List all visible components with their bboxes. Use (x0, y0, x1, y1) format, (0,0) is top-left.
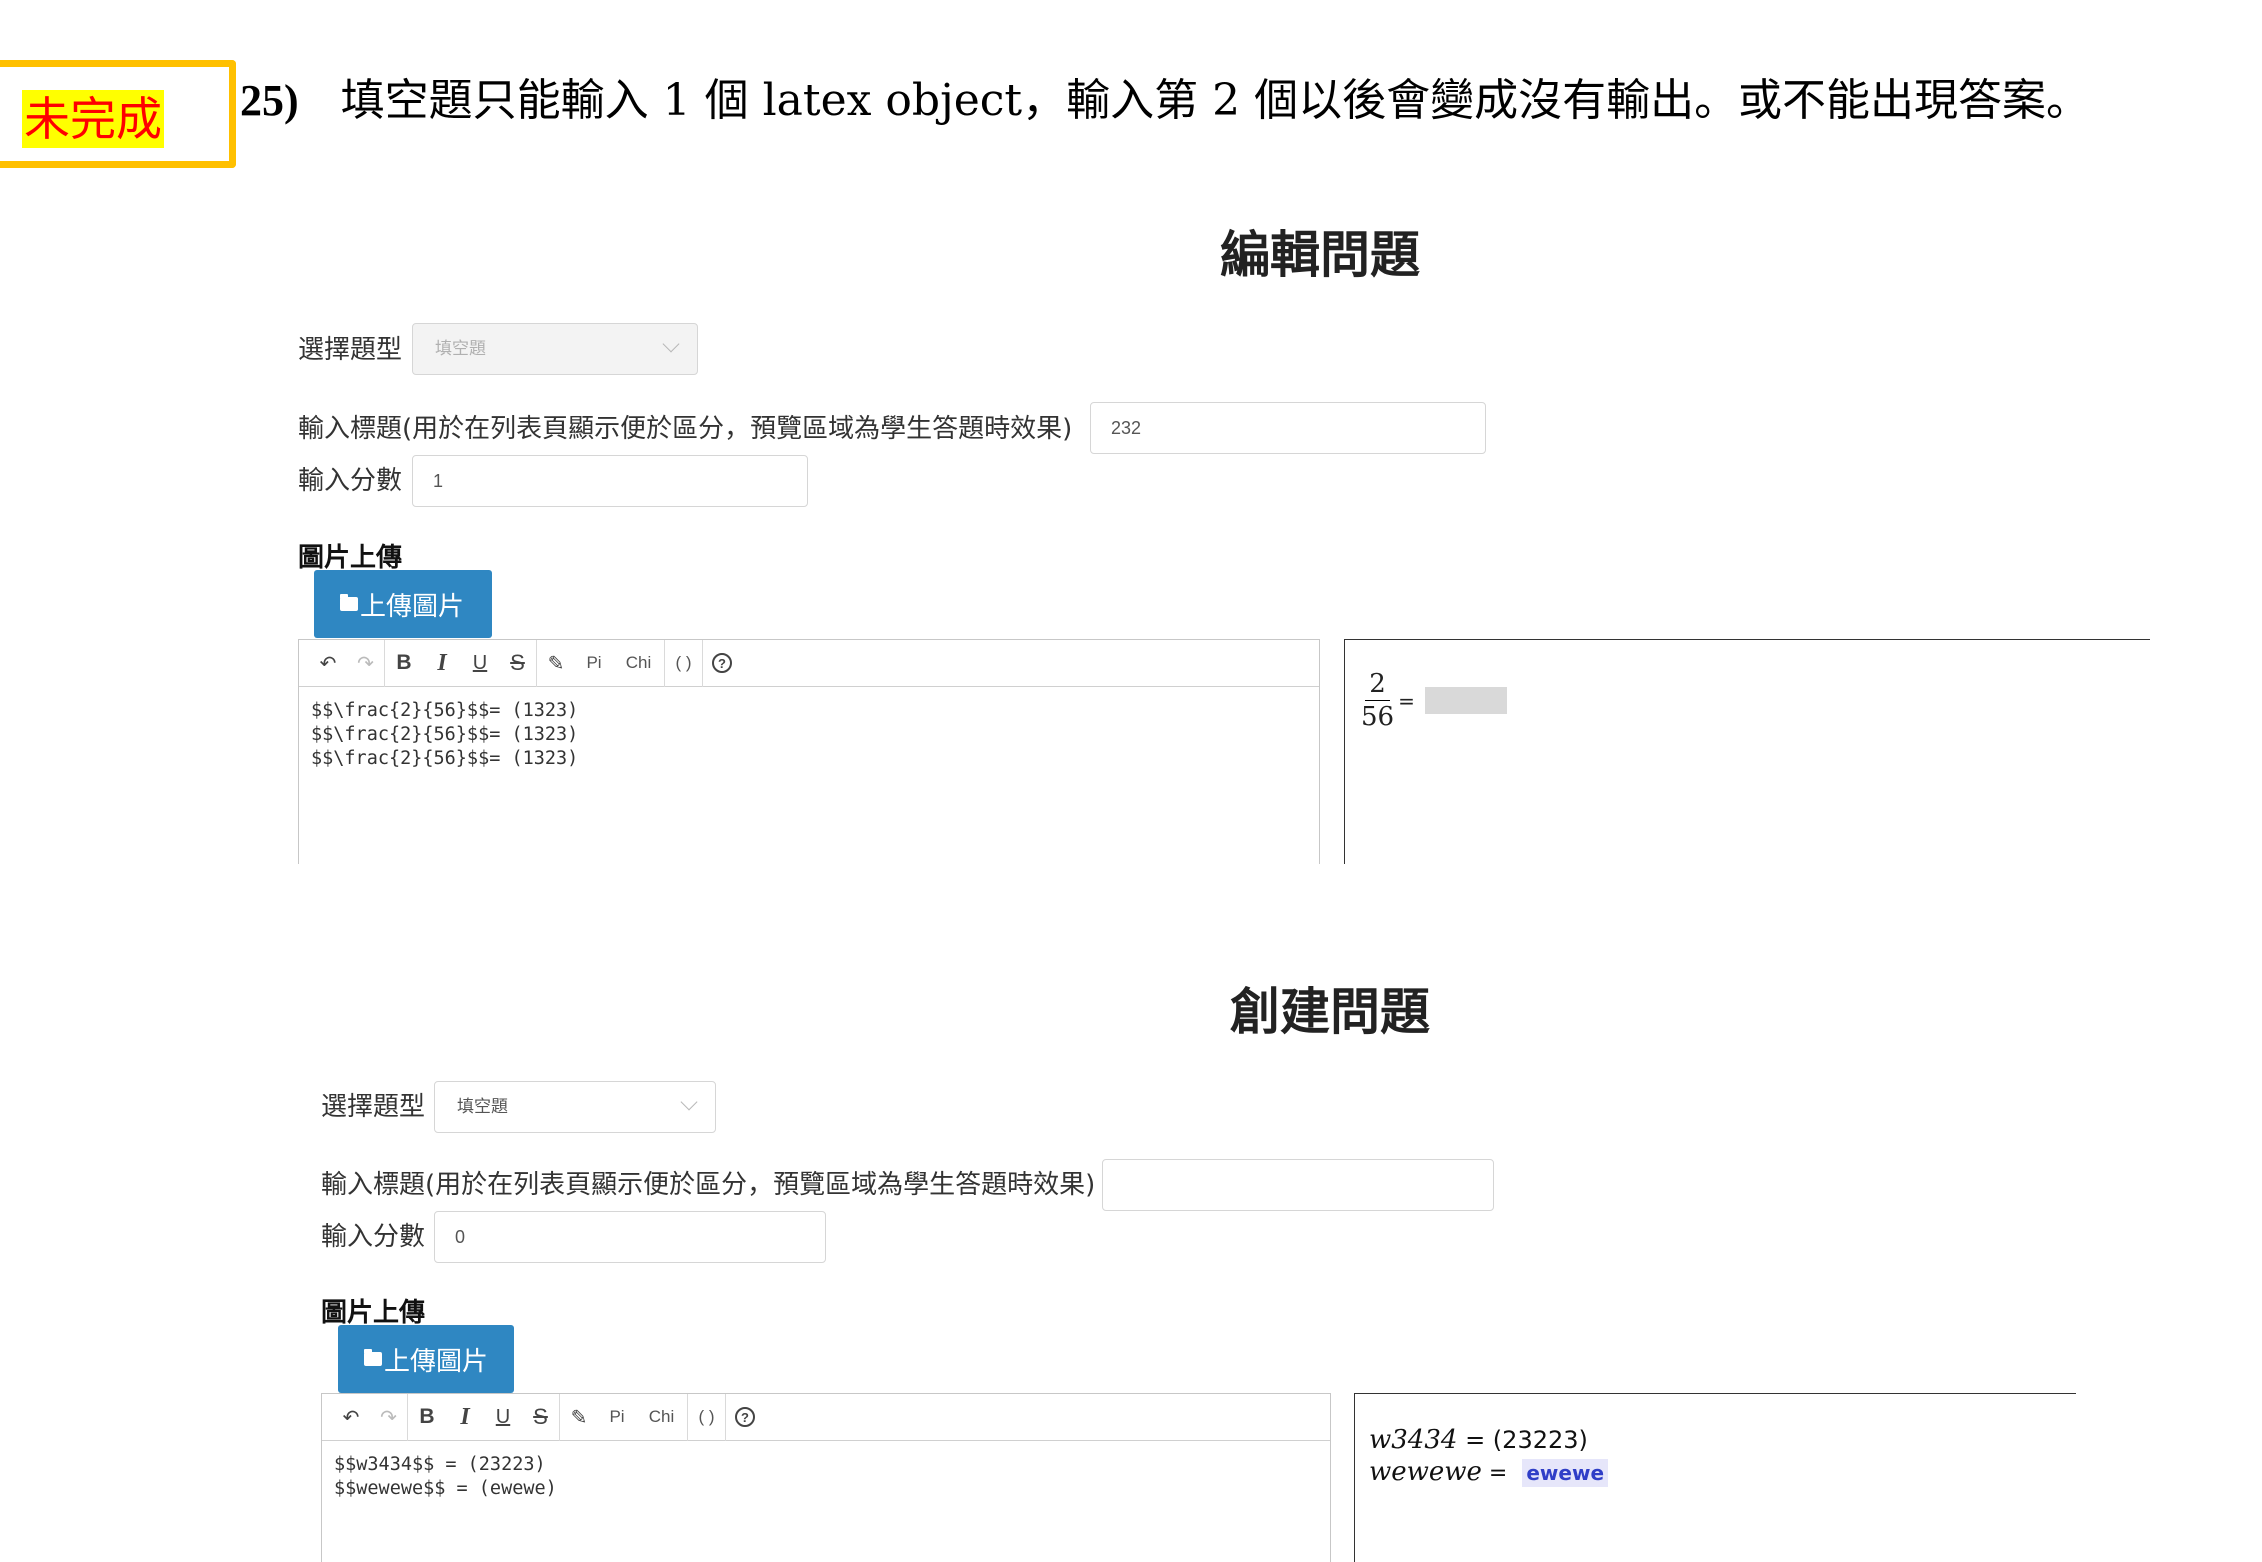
score-input[interactable]: 0 (434, 1211, 826, 1263)
pen-icon[interactable]: ✎ (537, 640, 575, 687)
redo-icon[interactable]: ↷ (347, 639, 385, 687)
folder-icon (340, 594, 358, 611)
issue-description: 25) 填空題只能輸入 1 個 latex object，輸入第 2 個以後會變成… (240, 66, 2090, 136)
fraction-numerator: 2 (1365, 668, 1390, 701)
score-input[interactable]: 1 (412, 455, 808, 507)
question-type-value: 填空題 (435, 339, 486, 358)
parens-button[interactable]: ( ) (688, 1393, 726, 1441)
help-button[interactable]: ? (726, 1394, 764, 1441)
editor-content[interactable]: $$w3434$$ = (23223) $$wewewe$$ = (ewewe) (322, 1441, 1330, 1513)
issue-text: 填空題只能輸入 1 個 latex object，輸入第 2 個以後會變成沒有輸… (340, 75, 2091, 126)
chevron-down-icon (680, 1093, 698, 1111)
parens-button[interactable]: ( ) (665, 639, 703, 687)
preview-area: w3434 = (23223) wewewe = ewewe (1354, 1393, 2076, 1562)
chevron-down-icon (662, 335, 680, 353)
italic-button[interactable]: I (423, 640, 461, 687)
pi-button[interactable]: Pi (598, 1394, 636, 1441)
issue-number: 25) (240, 76, 299, 125)
help-button[interactable]: ? (703, 640, 741, 687)
pen-icon[interactable]: ✎ (560, 1394, 598, 1441)
score-label: 輸入分數 (298, 466, 403, 496)
fraction-denominator: 56 (1361, 702, 1395, 732)
editor-line: $$\frac{2}{56}$$= (1323) (311, 748, 579, 769)
bold-button[interactable]: B (385, 640, 423, 687)
strikethrough-button[interactable]: S (522, 1393, 560, 1441)
question-type-select[interactable]: 填空題 (412, 323, 698, 375)
preview-variable: w3434 (1369, 1425, 1458, 1455)
underline-button[interactable]: U (461, 640, 499, 687)
italic-button[interactable]: I (446, 1394, 484, 1441)
preview-fraction: 2 56 (1361, 668, 1394, 733)
chi-button[interactable]: Chi (636, 1393, 688, 1441)
upload-image-label: 上傳圖片 (384, 1346, 489, 1377)
page-title: 編輯問題 (1220, 226, 1420, 284)
preview-line: 2 56 = (1361, 668, 1507, 733)
help-icon: ? (735, 1407, 755, 1427)
chi-button[interactable]: Chi (613, 639, 665, 687)
title-input[interactable] (1102, 1159, 1494, 1211)
pi-button[interactable]: Pi (575, 640, 613, 687)
page-title: 創建問題 (1230, 983, 1430, 1041)
redo-icon[interactable]: ↷ (370, 1393, 408, 1441)
status-label: 未完成 (22, 90, 164, 148)
image-upload-label: 圖片上傳 (298, 543, 403, 573)
folder-icon (364, 1349, 382, 1366)
preview-area: 2 56 = (1344, 639, 2150, 864)
preview-answer-text: = (23223) (1457, 1426, 1588, 1454)
latex-editor[interactable]: ↶ ↷ B I U S ✎ Pi Chi ( ) ? $$w3434$$ = (… (321, 1393, 1331, 1562)
question-type-label: 選擇題型 (321, 1092, 426, 1122)
editor-line: $$\frac{2}{56}$$= (1323) (311, 700, 579, 721)
question-type-value: 填空題 (457, 1097, 508, 1116)
preview-equals: = (1398, 688, 1415, 713)
question-type-label: 選擇題型 (298, 335, 403, 365)
preview-content: w3434 = (23223) wewewe = ewewe (1369, 1424, 1609, 1490)
upload-image-button[interactable]: 上傳圖片 (338, 1325, 514, 1393)
underline-button[interactable]: U (484, 1394, 522, 1441)
upload-image-label: 上傳圖片 (360, 591, 465, 622)
editor-toolbar: ↶ ↷ B I U S ✎ Pi Chi ( ) ? (322, 1393, 1330, 1441)
title-label: 輸入標題(用於在列表頁顯示便於區分，預覽區域為學生答題時效果) (321, 1170, 1096, 1200)
image-upload-label: 圖片上傳 (321, 1298, 426, 1328)
title-input[interactable]: 232 (1090, 402, 1486, 454)
bold-button[interactable]: B (408, 1394, 446, 1441)
score-label: 輸入分數 (321, 1222, 426, 1252)
preview-variable: wewewe (1369, 1457, 1482, 1487)
help-icon: ? (712, 653, 732, 673)
title-label: 輸入標題(用於在列表頁顯示便於區分，預覽區域為學生答題時效果) (298, 414, 1073, 444)
preview-line: wewewe = ewewe (1369, 1456, 1609, 1490)
editor-content[interactable]: $$\frac{2}{56}$$= (1323) $$\frac{2}{56}$$… (299, 687, 1319, 783)
answer-blank[interactable] (1424, 687, 1507, 714)
question-type-select[interactable]: 填空題 (434, 1081, 716, 1133)
undo-icon[interactable]: ↶ (309, 640, 347, 687)
undo-icon[interactable]: ↶ (332, 1394, 370, 1441)
editor-line: $$w3434$$ = (23223) (334, 1454, 546, 1475)
editor-toolbar: ↶ ↷ B I U S ✎ Pi Chi ( ) ? (299, 639, 1319, 687)
latex-editor[interactable]: ↶ ↷ B I U S ✎ Pi Chi ( ) ? $$\frac{2}{56… (298, 639, 1320, 864)
answer-blank[interactable]: ewewe (1522, 1459, 1609, 1487)
editor-line: $$\frac{2}{56}$$= (1323) (311, 724, 579, 745)
preview-equals: = (1481, 1461, 1515, 1486)
editor-line: $$wewewe$$ = (ewewe) (334, 1478, 557, 1499)
upload-image-button[interactable]: 上傳圖片 (314, 570, 492, 638)
strikethrough-button[interactable]: S (499, 639, 537, 687)
preview-line: w3434 = (23223) (1369, 1424, 1608, 1456)
